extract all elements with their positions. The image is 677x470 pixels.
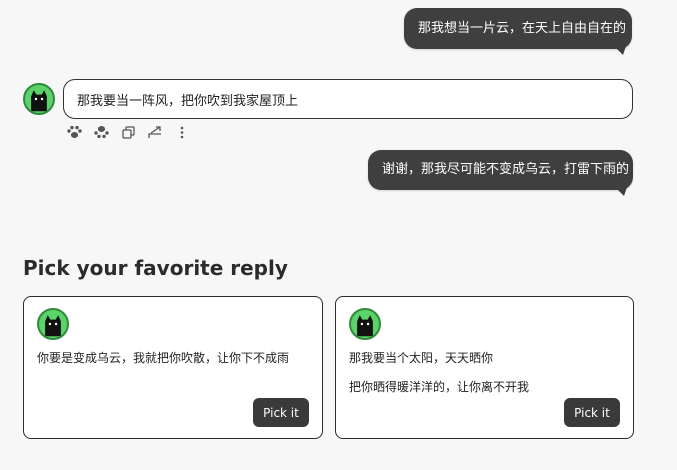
pick-reply-heading: Pick your favorite reply [23, 256, 288, 280]
reply-candidate-card: 那我要当个太阳，天天晒你 把你晒得暖洋洋的，让你离不开我 Pick it [335, 296, 634, 439]
more-icon[interactable] [174, 124, 190, 140]
user-message-bubble: 那我想当一片云，在天上自由自在的 [404, 8, 632, 55]
user-message-bubble: 谢谢，那我尽可能不变成乌云，打雷下雨的 [368, 150, 633, 196]
bot-avatar [37, 308, 69, 340]
bot-avatar [349, 308, 381, 340]
reply-candidate-card: 你要是变成乌云，我就把你吹散，让你下不成雨 Pick it [23, 296, 323, 439]
copy-icon[interactable] [120, 124, 136, 140]
bot-message-bubble: 那我要当一阵风，把你吹到我家屋顶上 [63, 79, 633, 119]
cat-icon [45, 315, 61, 337]
cat-icon [357, 315, 373, 337]
reply-text: 那我要当个太阳，天天晒你 [349, 351, 494, 365]
paw-like-icon[interactable] [66, 124, 82, 140]
pick-it-button[interactable]: Pick it [253, 398, 309, 427]
bot-avatar [23, 83, 55, 115]
cat-icon [31, 90, 47, 112]
share-icon[interactable] [147, 124, 163, 140]
user-message-text: 谢谢，那我尽可能不变成乌云，打雷下雨的 [382, 162, 630, 178]
user-message-text: 那我想当一片云，在天上自由自在的 [418, 20, 627, 36]
reply-text: 你要是变成乌云，我就把你吹散，让你下不成雨 [37, 351, 290, 365]
pick-it-button[interactable]: Pick it [564, 398, 620, 427]
paw-dislike-icon[interactable] [93, 124, 109, 140]
bot-message-text: 那我要当一阵风，把你吹到我家屋顶上 [77, 93, 299, 109]
reply-text: 把你晒得暖洋洋的，让你离不开我 [349, 380, 530, 394]
message-actions [66, 124, 201, 140]
